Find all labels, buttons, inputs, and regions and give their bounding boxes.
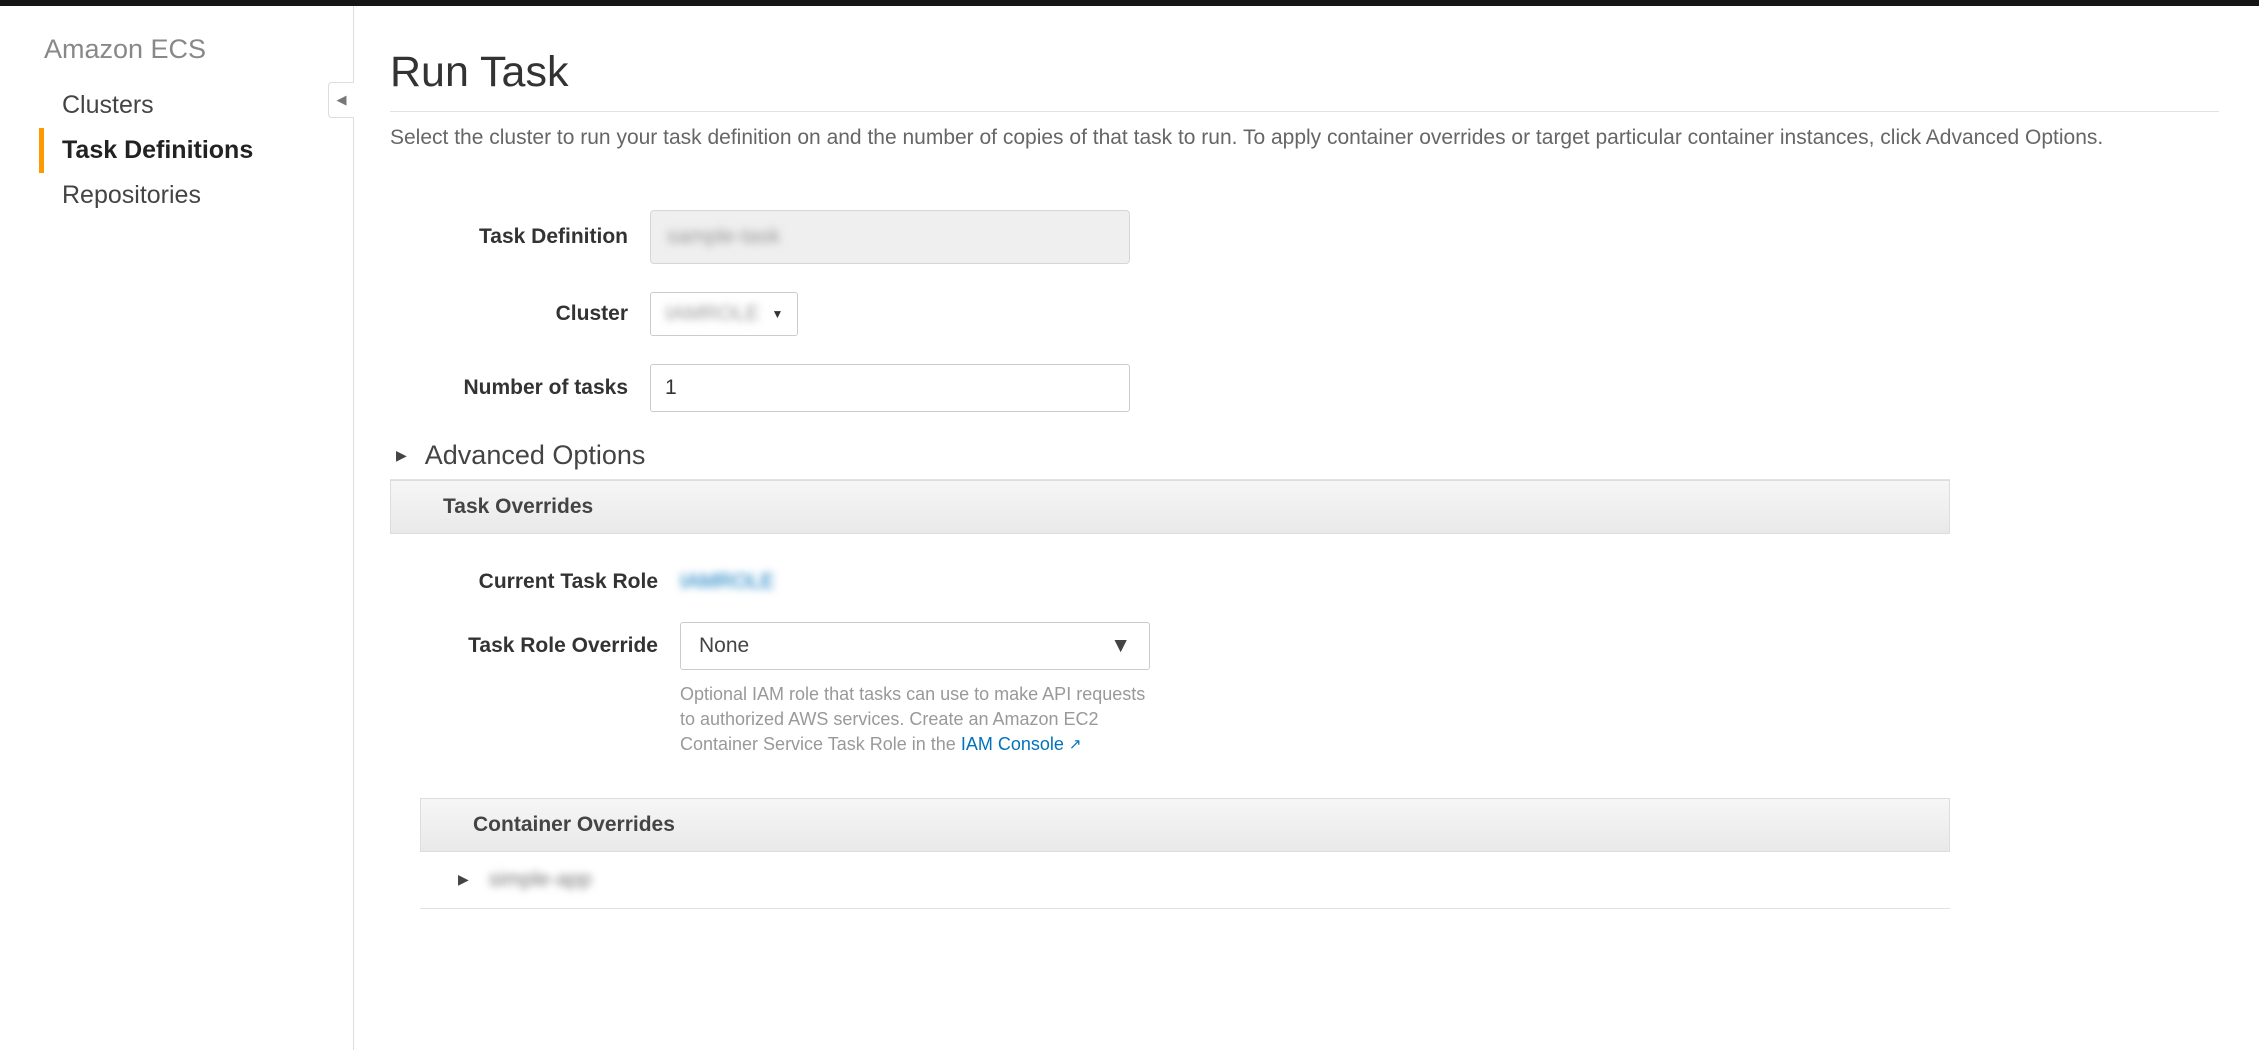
triangle-right-icon: ▶: [396, 447, 407, 464]
sidebar-collapse-button[interactable]: ◀: [328, 82, 354, 118]
sidebar-item-label: Clusters: [62, 91, 154, 119]
advanced-options-toggle[interactable]: ▶ Advanced Options: [396, 440, 1950, 471]
task-role-override-helper: Optional IAM role that tasks can use to …: [680, 682, 1150, 758]
sidebar-item-task-definitions[interactable]: Task Definitions: [39, 128, 353, 173]
task-role-override-select[interactable]: None ▼: [680, 622, 1150, 670]
iam-console-link[interactable]: IAM Console ↗: [961, 734, 1082, 754]
number-of-tasks-input[interactable]: [650, 364, 1130, 412]
task-role-override-value: None: [699, 634, 749, 658]
page-description: Select the cluster to run your task defi…: [390, 126, 2219, 150]
chevron-left-icon: ◀: [337, 92, 347, 108]
iam-console-link-text: IAM Console: [961, 734, 1064, 754]
number-of-tasks-label: Number of tasks: [390, 376, 650, 400]
task-definition-field: sample-task: [650, 210, 1130, 264]
external-link-icon: ↗: [1069, 734, 1082, 755]
sidebar-title: Amazon ECS: [44, 34, 353, 65]
sidebar-item-label: Task Definitions: [62, 136, 253, 164]
cluster-select[interactable]: IAMROLE ▼: [650, 292, 798, 336]
advanced-options-label: Advanced Options: [425, 440, 646, 471]
main-content: Run Task Select the cluster to run your …: [354, 6, 2259, 1050]
sidebar: Amazon ECS Clusters Task Definitions Rep…: [0, 6, 354, 1050]
current-task-role-value[interactable]: IAMROLE: [680, 570, 775, 593]
page-title: Run Task: [390, 48, 2219, 97]
cluster-value: IAMROLE: [665, 302, 760, 326]
sidebar-item-clusters[interactable]: Clusters: [39, 83, 353, 128]
title-divider: [390, 111, 2219, 112]
cluster-label: Cluster: [390, 302, 650, 326]
container-overrides-header: Container Overrides: [420, 798, 1950, 852]
task-overrides-header: Task Overrides: [390, 480, 1950, 534]
task-definition-label: Task Definition: [390, 225, 650, 249]
caret-down-icon: ▼: [772, 307, 784, 321]
container-name: simple-app: [489, 868, 592, 892]
triangle-right-icon: ▶: [458, 871, 469, 888]
task-definition-value: sample-task: [667, 225, 780, 249]
current-task-role-label: Current Task Role: [390, 570, 680, 594]
sidebar-item-repositories[interactable]: Repositories: [39, 173, 353, 218]
sidebar-item-label: Repositories: [62, 181, 201, 209]
caret-down-icon: ▼: [1110, 634, 1131, 658]
container-override-item[interactable]: ▶ simple-app: [420, 852, 1950, 909]
task-role-override-label: Task Role Override: [390, 634, 680, 658]
